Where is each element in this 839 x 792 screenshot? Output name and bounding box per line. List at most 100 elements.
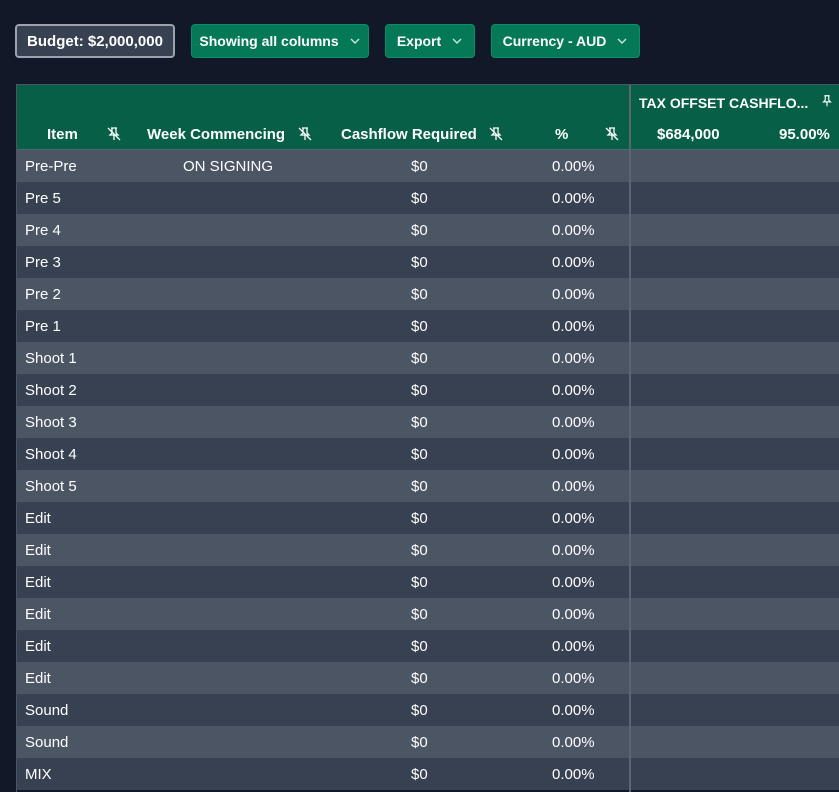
cell-cashflow-required[interactable]: $0 <box>411 182 428 214</box>
table-row[interactable]: Shoot 3 $0 0.00% <box>17 406 839 438</box>
cell-cashflow-required[interactable]: $0 <box>411 342 428 374</box>
unpin-icon[interactable] <box>106 126 122 142</box>
cell-item[interactable]: Edit <box>25 566 51 598</box>
column-header-week[interactable]: Week Commencing <box>147 119 285 149</box>
cell-percent[interactable]: 0.00% <box>552 246 595 278</box>
cell-percent[interactable]: 0.00% <box>552 726 595 758</box>
table-row[interactable]: Shoot 5 $0 0.00% <box>17 470 839 502</box>
cell-percent[interactable]: 0.00% <box>552 214 595 246</box>
table-row[interactable]: MIX $0 0.00% <box>17 758 839 790</box>
unpin-icon[interactable] <box>488 126 504 142</box>
table-row[interactable]: Sound $0 0.00% <box>17 694 839 726</box>
cell-item[interactable]: Shoot 4 <box>25 438 77 470</box>
cell-cashflow-required[interactable]: $0 <box>411 310 428 342</box>
table-row[interactable]: Shoot 2 $0 0.00% <box>17 374 839 406</box>
table-row[interactable]: Sound $0 0.00% <box>17 726 839 758</box>
cell-week-commencing[interactable]: ON SIGNING <box>183 150 273 182</box>
cell-item[interactable]: Edit <box>25 534 51 566</box>
cell-item[interactable]: Pre 2 <box>25 278 61 310</box>
column-header-percent[interactable]: % <box>555 119 568 149</box>
table-row[interactable]: Pre 1 $0 0.00% <box>17 310 839 342</box>
toolbar: Budget: $2,000,000 Showing all columns E… <box>0 0 839 84</box>
cell-item[interactable]: Pre 1 <box>25 310 61 342</box>
cell-cashflow-required[interactable]: $0 <box>411 214 428 246</box>
cell-item[interactable]: Shoot 3 <box>25 406 77 438</box>
column-header-week-label: Week Commencing <box>147 125 286 143</box>
cell-percent[interactable]: 0.00% <box>552 150 595 182</box>
cell-percent[interactable]: 0.00% <box>552 342 595 374</box>
cell-item[interactable]: Shoot 1 <box>25 342 77 374</box>
table-row[interactable]: Pre 5 $0 0.00% <box>17 182 839 214</box>
cell-percent[interactable]: 0.00% <box>552 406 595 438</box>
table-row[interactable]: Edit $0 0.00% <box>17 662 839 694</box>
cell-cashflow-required[interactable]: $0 <box>411 694 428 726</box>
unpin-icon[interactable] <box>297 126 313 142</box>
pin-icon[interactable] <box>820 94 834 108</box>
cell-percent[interactable]: 0.00% <box>552 758 595 790</box>
table-row[interactable]: Pre-Pre ON SIGNING $0 0.00% <box>17 150 839 182</box>
cell-item[interactable]: Edit <box>25 630 51 662</box>
cell-percent[interactable]: 0.00% <box>552 534 595 566</box>
cell-cashflow-required[interactable]: $0 <box>411 246 428 278</box>
cell-item[interactable]: Pre 3 <box>25 246 61 278</box>
cell-cashflow-required[interactable]: $0 <box>411 278 428 310</box>
currency-dropdown[interactable]: Currency - AUD <box>491 24 640 58</box>
cell-item[interactable]: Sound <box>25 726 68 758</box>
table-row[interactable]: Edit $0 0.00% <box>17 502 839 534</box>
cell-percent[interactable]: 0.00% <box>552 470 595 502</box>
cell-item[interactable]: Pre 5 <box>25 182 61 214</box>
cell-item[interactable]: Sound <box>25 694 68 726</box>
table-row[interactable]: Pre 2 $0 0.00% <box>17 278 839 310</box>
cell-cashflow-required[interactable]: $0 <box>411 726 428 758</box>
cell-percent[interactable]: 0.00% <box>552 374 595 406</box>
cell-percent[interactable]: 0.00% <box>552 694 595 726</box>
cell-percent[interactable]: 0.00% <box>552 630 595 662</box>
cell-item[interactable]: Edit <box>25 662 51 694</box>
cell-percent[interactable]: 0.00% <box>552 566 595 598</box>
table-row[interactable]: Edit $0 0.00% <box>17 534 839 566</box>
cell-item[interactable]: Edit <box>25 598 51 630</box>
cell-item[interactable]: Shoot 5 <box>25 470 77 502</box>
cell-cashflow-required[interactable]: $0 <box>411 630 428 662</box>
cell-item[interactable]: Shoot 2 <box>25 374 77 406</box>
table-row[interactable]: Shoot 4 $0 0.00% <box>17 438 839 470</box>
cell-cashflow-required[interactable]: $0 <box>411 374 428 406</box>
column-visibility-dropdown[interactable]: Showing all columns <box>191 24 369 58</box>
table-row[interactable]: Edit $0 0.00% <box>17 566 839 598</box>
cell-percent[interactable]: 0.00% <box>552 182 595 214</box>
cell-cashflow-required[interactable]: $0 <box>411 758 428 790</box>
cell-cashflow-required[interactable]: $0 <box>411 470 428 502</box>
cell-item[interactable]: Pre-Pre <box>25 150 77 182</box>
table-row[interactable]: Pre 3 $0 0.00% <box>17 246 839 278</box>
cell-cashflow-required[interactable]: $0 <box>411 406 428 438</box>
cell-cashflow-required[interactable]: $0 <box>411 438 428 470</box>
table-row[interactable]: Shoot 1 $0 0.00% <box>17 342 839 374</box>
column-header-cashflow-label: Cashflow Required <box>341 125 477 143</box>
column-header-item[interactable]: Item <box>47 119 78 149</box>
cell-percent[interactable]: 0.00% <box>552 438 595 470</box>
cell-percent[interactable]: 0.00% <box>552 278 595 310</box>
column-group-header-tax-offset[interactable]: TAX OFFSET CASHFLO... <box>639 88 808 118</box>
cell-percent[interactable]: 0.00% <box>552 598 595 630</box>
column-header-cashflow[interactable]: Cashflow Required <box>341 119 477 149</box>
chevron-down-icon <box>350 38 360 44</box>
chevron-down-icon <box>617 38 627 44</box>
cell-percent[interactable]: 0.00% <box>552 502 595 534</box>
cell-item[interactable]: Pre 4 <box>25 214 61 246</box>
cell-item[interactable]: Edit <box>25 502 51 534</box>
table-row[interactable]: Edit $0 0.00% <box>17 630 839 662</box>
table-row[interactable]: Pre 4 $0 0.00% <box>17 214 839 246</box>
cell-cashflow-required[interactable]: $0 <box>411 598 428 630</box>
export-dropdown[interactable]: Export <box>385 24 475 58</box>
unpin-icon[interactable] <box>604 126 620 142</box>
cell-percent[interactable]: 0.00% <box>552 662 595 694</box>
table-row[interactable]: Edit $0 0.00% <box>17 598 839 630</box>
cell-cashflow-required[interactable]: $0 <box>411 502 428 534</box>
tax-offset-percent: 95.00% <box>779 119 830 149</box>
cell-percent[interactable]: 0.00% <box>552 310 595 342</box>
cell-cashflow-required[interactable]: $0 <box>411 150 428 182</box>
cell-cashflow-required[interactable]: $0 <box>411 566 428 598</box>
cell-item[interactable]: MIX <box>25 758 52 790</box>
cell-cashflow-required[interactable]: $0 <box>411 534 428 566</box>
cell-cashflow-required[interactable]: $0 <box>411 662 428 694</box>
